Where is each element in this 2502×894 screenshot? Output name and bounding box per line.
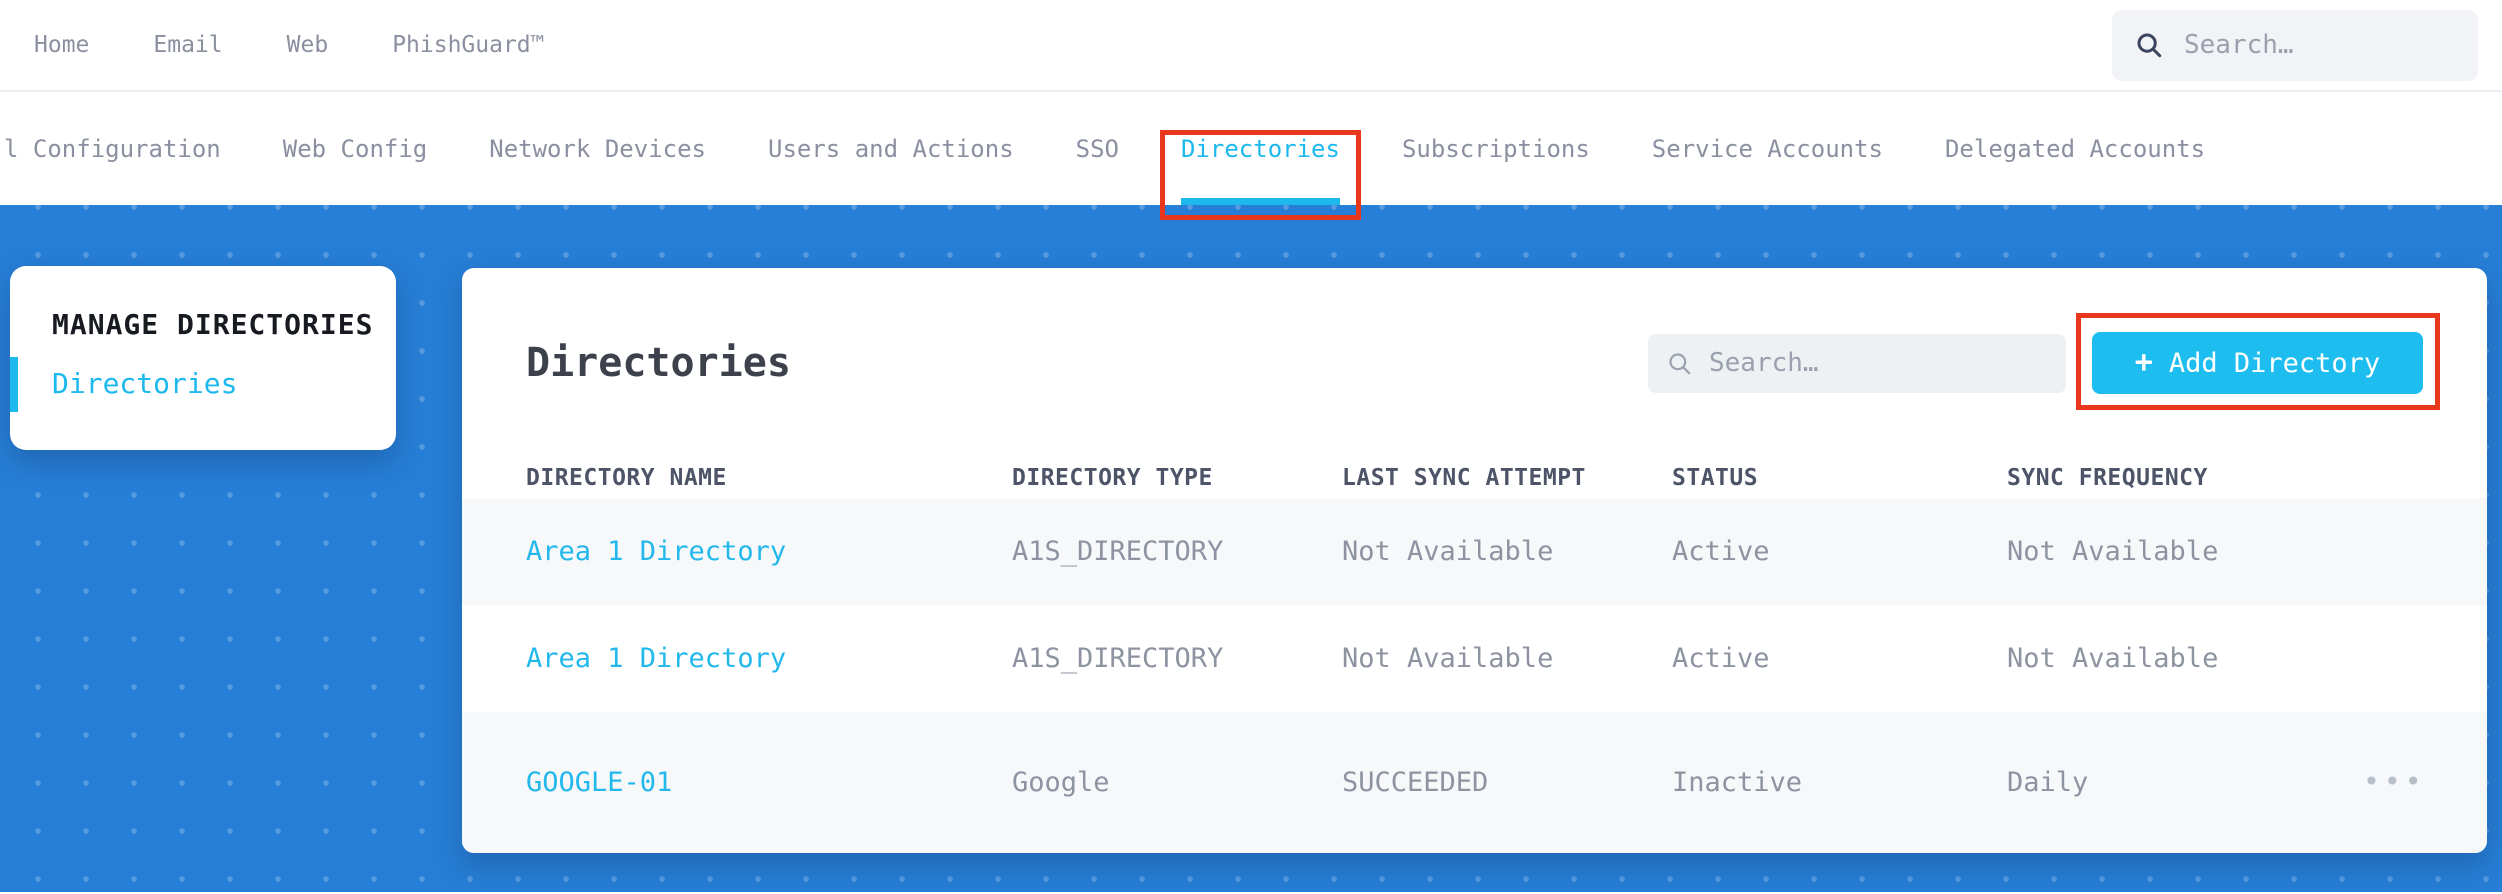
secondary-nav-bar: l Configuration Web Config Network Devices… <box>0 92 2502 220</box>
column-header: LAST SYNC ATTEMPT <box>1342 465 1586 491</box>
row-menu-cell: ••• <box>2363 767 2423 798</box>
last-sync-cell: SUCCEEDED <box>1342 767 1489 798</box>
last-sync-cell: Not Available <box>1342 643 1554 674</box>
active-indicator-bar <box>10 357 18 412</box>
tab-users-and-actions[interactable]: Users and Actions <box>768 92 1014 205</box>
top-nav-item-web[interactable]: Web <box>287 32 329 58</box>
sync-frequency-cell: Daily <box>2007 767 2089 798</box>
global-search-input[interactable] <box>2182 29 2456 61</box>
column-header: DIRECTORY TYPE <box>1012 465 1213 491</box>
tab-label: Delegated Accounts <box>1944 134 2206 163</box>
search-icon <box>1669 352 1691 374</box>
tab-label: Service Accounts <box>1651 134 1883 163</box>
directory-name-link[interactable]: Area 1 Directory <box>526 536 1012 567</box>
table-row: GOOGLE-01 Google SUCCEEDED Inactive Daily ••• <box>462 712 2487 853</box>
primary-nav: Home Email Web PhishGuard™ <box>34 32 545 58</box>
tab-subscriptions[interactable]: Subscriptions <box>1402 92 1590 205</box>
directories-search-input[interactable] <box>1707 347 2048 379</box>
sidebar-item-label: Directories <box>52 367 238 400</box>
tab-sso[interactable]: SSO <box>1076 92 1119 205</box>
primary-nav-bar: Home Email Web PhishGuard™ <box>0 0 2502 92</box>
secondary-nav: l Configuration Web Config Network Devices… <box>4 92 2205 220</box>
sidebar-item-directories[interactable]: Directories <box>10 357 396 412</box>
global-search[interactable] <box>2112 9 2478 81</box>
add-directory-button[interactable]: + Add Directory <box>2092 332 2423 394</box>
directory-name-link[interactable]: Area 1 Directory <box>526 643 1012 674</box>
manage-directories-card: MANAGE DIRECTORIES Directories <box>10 266 396 450</box>
table-header-row: DIRECTORY NAME DIRECTORY TYPE LAST SYNC AT… <box>462 458 2487 498</box>
tab-network-devices[interactable]: Network Devices <box>489 92 706 205</box>
sidebar-card-title: MANAGE DIRECTORIES <box>52 308 374 341</box>
panel-header: Directories + Add Directory <box>462 268 2487 458</box>
tab-label: l Configuration <box>4 134 221 163</box>
workspace-background: MANAGE DIRECTORIES Directories Directori… <box>0 205 2502 892</box>
tab-label: Network Devices <box>489 134 706 163</box>
sync-frequency-cell: Not Available <box>2007 536 2219 567</box>
last-sync-cell: Not Available <box>1342 536 1554 567</box>
directory-name-link[interactable]: GOOGLE-01 <box>526 767 1012 798</box>
column-header: STATUS <box>1672 465 1759 491</box>
add-directory-button-wrap: + Add Directory <box>2076 313 2440 410</box>
tab-label: Users and Actions <box>768 134 1014 163</box>
directories-panel: Directories + Add Directory DIRECTORY NA… <box>462 268 2487 853</box>
tab-web-config[interactable]: Web Config <box>283 92 428 205</box>
top-header: Home Email Web PhishGuard™ l Configuration W… <box>0 0 2502 220</box>
tab-label: SSO <box>1075 134 1119 163</box>
sync-frequency-cell: Not Available <box>2007 643 2219 674</box>
status-cell: Active <box>1672 536 1770 567</box>
ellipsis-menu-icon[interactable]: ••• <box>2363 765 2426 798</box>
directories-search[interactable] <box>1648 333 2066 393</box>
top-nav-item-home[interactable]: Home <box>34 32 89 58</box>
directory-type-cell: A1S_DIRECTORY <box>1012 643 1224 674</box>
directory-type-cell: A1S_DIRECTORY <box>1012 536 1224 567</box>
top-nav-item-phishguard-[interactable]: PhishGuard™ <box>392 32 544 58</box>
table-row: Area 1 Directory A1S_DIRECTORY Not Availab… <box>462 498 2487 605</box>
column-header: DIRECTORY NAME <box>526 465 727 491</box>
tab-label: Subscriptions <box>1401 134 1590 163</box>
search-icon <box>2137 33 2162 58</box>
status-cell: Active <box>1672 643 1770 674</box>
table-row: Area 1 Directory A1S_DIRECTORY Not Availab… <box>462 605 2487 712</box>
top-nav-item-email[interactable]: Email <box>153 32 222 58</box>
add-directory-label: Add Directory <box>2168 347 2381 379</box>
directories-table: Area 1 Directory A1S_DIRECTORY Not Availab… <box>462 498 2487 853</box>
status-cell: Inactive <box>1672 767 1803 798</box>
column-header: SYNC FREQUENCY <box>2007 465 2208 491</box>
tab-l-configuration[interactable]: l Configuration <box>4 92 221 205</box>
tab-service-accounts[interactable]: Service Accounts <box>1652 92 1883 205</box>
active-tab-underline <box>1181 198 1340 205</box>
tab-label: Web Config <box>282 134 428 163</box>
tab-delegated-accounts[interactable]: Delegated Accounts <box>1945 92 2205 205</box>
directory-type-cell: Google <box>1012 767 1110 798</box>
page-title: Directories <box>526 340 791 386</box>
tab-label: Directories <box>1181 134 1340 163</box>
plus-icon: + <box>2134 345 2153 380</box>
tab-directories[interactable]: Directories <box>1160 92 1361 220</box>
